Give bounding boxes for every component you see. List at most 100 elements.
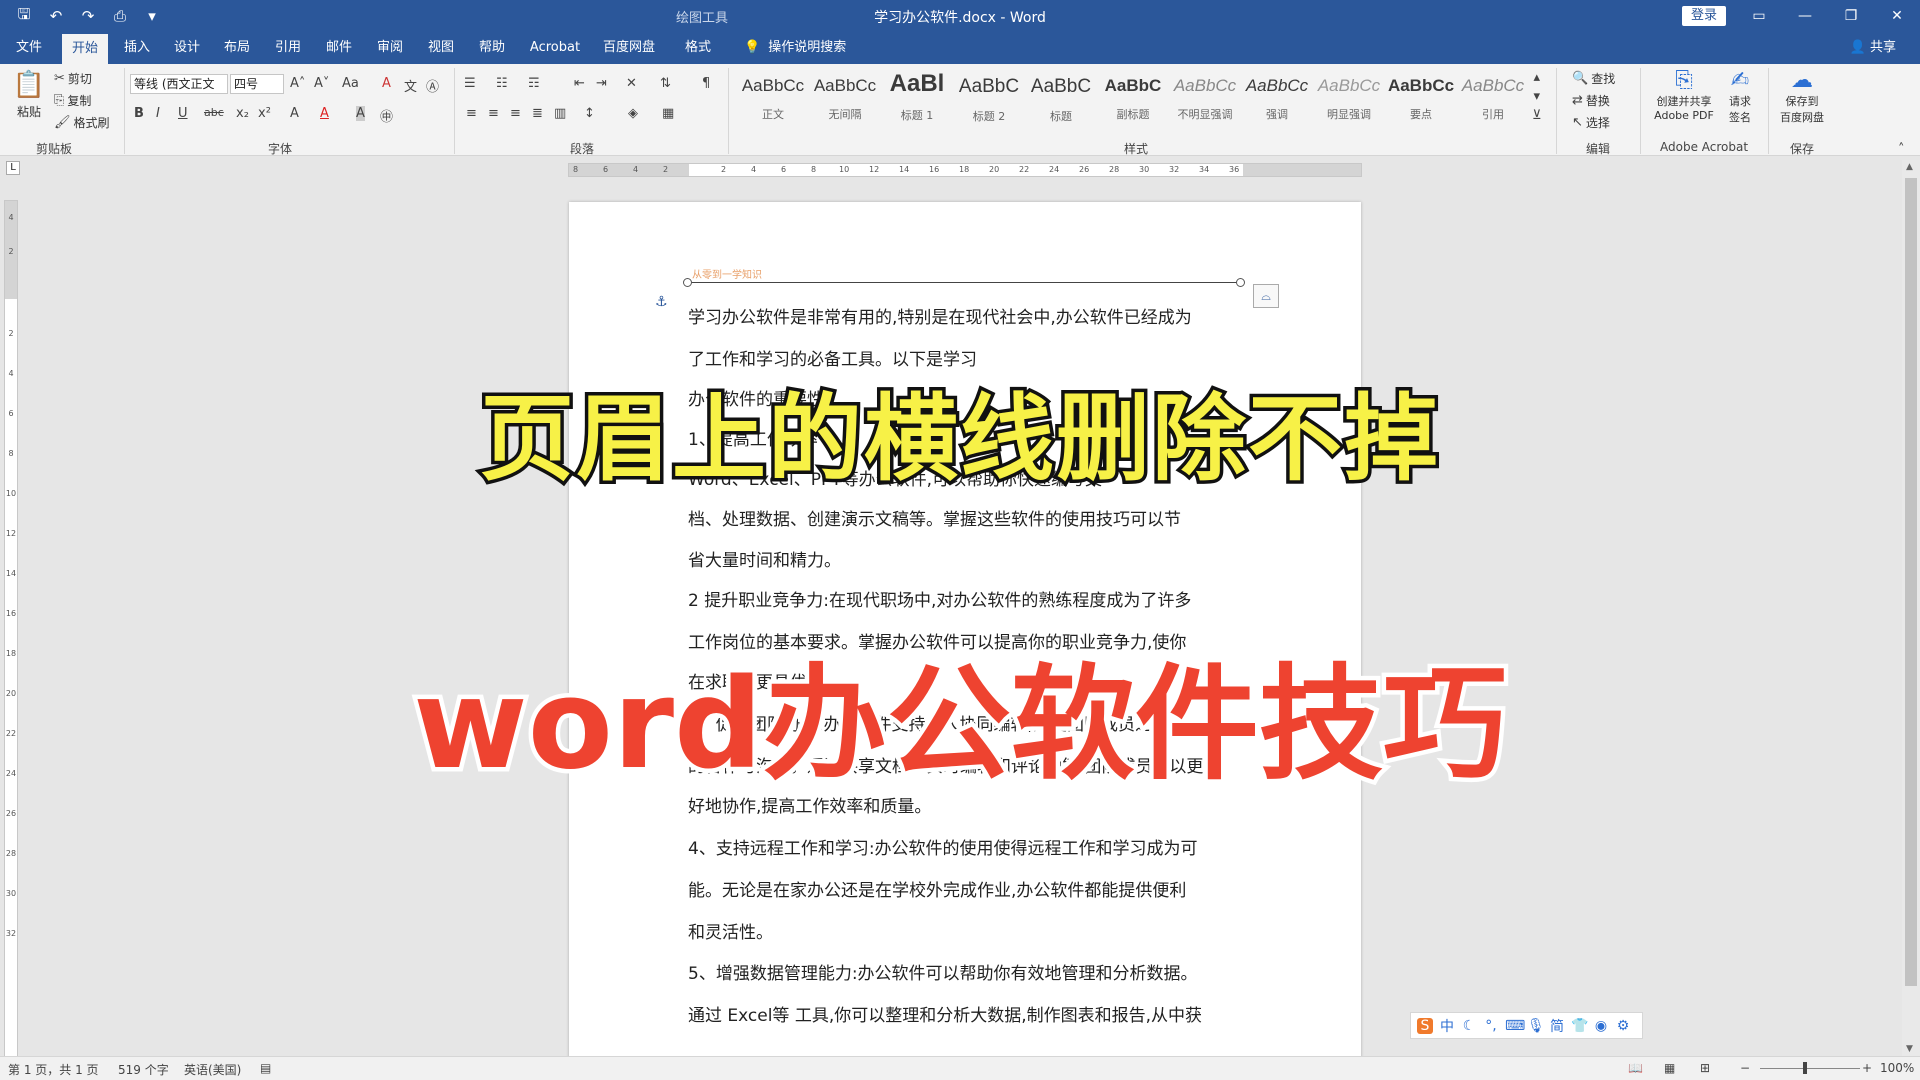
zoom-in-icon[interactable]: + — [1862, 1061, 1872, 1075]
align-right-button[interactable]: ≡ — [510, 106, 521, 121]
tab-layout[interactable]: 布局 — [214, 32, 260, 64]
zoom-slider[interactable] — [1760, 1068, 1860, 1069]
increase-indent-button[interactable]: ⇥ — [596, 76, 607, 91]
moon-icon[interactable]: ☾ — [1461, 1018, 1477, 1034]
horizontal-ruler[interactable]: 8 6 4 2 2 4 6 8 10 12 14 16 18 20 22 24 … — [568, 163, 1362, 177]
grow-font-button[interactable]: A˄ — [290, 76, 305, 91]
distributed-button[interactable]: ▥ — [554, 106, 566, 121]
tab-insert[interactable]: 插入 — [114, 32, 160, 64]
tab-references[interactable]: 引用 — [265, 32, 311, 64]
document-page[interactable]: 从零到一学知识 ⚓ ⌓ 学习办公软件是非常有用的,特别是在现代社会中,办公软件已… — [569, 202, 1361, 1060]
style-heading-1[interactable]: AaBl 标题 1 — [882, 68, 952, 136]
superscript-button[interactable]: x² — [258, 106, 271, 121]
ime-simplified-toggle[interactable]: 简 — [1549, 1016, 1565, 1036]
shrink-font-button[interactable]: A˅ — [314, 76, 329, 91]
page-header-text[interactable]: 从零到一学知识 — [692, 266, 762, 281]
style-subtitle[interactable]: AaBbC 副标题 — [1098, 68, 1168, 136]
language-indicator[interactable]: 英语(美国) — [184, 1061, 241, 1078]
web-layout-icon[interactable]: ⊞ — [1700, 1061, 1710, 1075]
save-icon[interactable]: 🖫 — [12, 5, 36, 27]
tab-baidu-netdisk[interactable]: 百度网盘 — [596, 32, 662, 64]
italic-button[interactable]: I — [156, 106, 160, 121]
login-button[interactable]: 登录 — [1682, 6, 1726, 26]
text-effects-button[interactable]: A — [290, 106, 299, 121]
tab-file[interactable]: 文件 — [6, 32, 52, 64]
style-no-spacing[interactable]: AaBbCc 无间隔 — [810, 68, 880, 136]
tab-view[interactable]: 视图 — [418, 32, 464, 64]
copy-button[interactable]: ⎘ 复制 — [54, 92, 91, 109]
create-share-pdf-button[interactable]: ⎘ 创建并共享 Adobe PDF — [1648, 68, 1720, 122]
customize-qat-icon[interactable]: ▾ — [140, 5, 164, 27]
tell-me-search[interactable]: 💡 操作说明搜索 — [744, 32, 846, 64]
align-center-button[interactable]: ≡ — [488, 106, 499, 121]
justify-button[interactable]: ≣ — [532, 106, 543, 121]
numbering-button[interactable]: ☷ — [496, 76, 508, 91]
format-painter-button[interactable]: 🖌 格式刷 — [54, 114, 110, 131]
scrollbar-thumb[interactable] — [1905, 178, 1917, 986]
share-button[interactable]: 👤 共享 — [1850, 32, 1896, 64]
style-emphasis[interactable]: AaBbCc 强调 — [1242, 68, 1312, 136]
font-size-select[interactable]: 四号 — [230, 74, 284, 94]
restore-icon[interactable]: ❐ — [1828, 0, 1874, 32]
tab-acrobat[interactable]: Acrobat — [524, 32, 586, 64]
decrease-indent-button[interactable]: ⇤ — [574, 76, 585, 91]
redo-icon[interactable]: ↷ — [76, 5, 100, 27]
bullets-button[interactable]: ☰ — [464, 76, 476, 91]
change-case-button[interactable]: Aa — [342, 76, 359, 91]
tab-format[interactable]: 格式 — [675, 32, 721, 64]
line-spacing-button[interactable]: ↕ — [584, 106, 595, 121]
ime-chinese-toggle[interactable]: 中 — [1439, 1016, 1455, 1036]
char-border-button[interactable]: Ⓐ — [426, 76, 439, 95]
undo-icon[interactable]: ↶ — [44, 5, 68, 27]
save-to-baidu-button[interactable]: ☁ 保存到 百度网盘 — [1774, 68, 1830, 125]
style-normal[interactable]: AaBbCc 正文 — [738, 68, 808, 136]
page-count[interactable]: 第 1 页，共 1 页 — [8, 1061, 99, 1078]
line-end-handle[interactable] — [1236, 278, 1245, 287]
ribbon-display-options-icon[interactable]: ▭ — [1736, 0, 1782, 32]
font-color-button[interactable]: A — [320, 106, 329, 121]
settings-icon[interactable]: ⚙ — [1615, 1018, 1631, 1034]
style-quote[interactable]: AaBbCc 引用 — [1458, 68, 1528, 136]
print-preview-icon[interactable]: ⎙ — [108, 5, 132, 27]
line-start-handle[interactable] — [683, 278, 692, 287]
collapse-ribbon-button[interactable]: ˄ — [1898, 142, 1905, 157]
shirt-icon[interactable]: 👕 — [1571, 1018, 1588, 1034]
zoom-level[interactable]: 100% — [1880, 1061, 1914, 1075]
underline-button[interactable]: U — [178, 106, 188, 121]
cut-button[interactable]: ✂ 剪切 — [54, 70, 92, 87]
strikethrough-button[interactable]: abc — [204, 106, 224, 119]
vertical-ruler[interactable]: 4 2 2 4 6 8 10 12 14 16 18 20 22 24 26 2… — [4, 200, 18, 1060]
zoom-out-icon[interactable]: − — [1740, 1061, 1750, 1075]
font-name-select[interactable]: 等线 (西文正文 — [130, 74, 228, 94]
scroll-down-icon[interactable]: ▼ — [1906, 1044, 1913, 1054]
tab-selector[interactable]: L — [6, 161, 20, 175]
styles-scroll[interactable]: ▴ ▾ ⊻ — [1532, 70, 1542, 123]
style-title[interactable]: AaBbC 标题 — [1026, 68, 1096, 136]
read-mode-icon[interactable]: 📖 — [1628, 1061, 1643, 1075]
borders-button[interactable]: ▦ — [662, 106, 674, 121]
print-layout-icon[interactable]: ▦ — [1664, 1061, 1675, 1075]
clear-format-button[interactable]: A — [382, 76, 391, 91]
layout-options-button[interactable]: ⌓ — [1253, 284, 1279, 308]
paste-button[interactable]: 📋 粘贴 — [12, 70, 46, 120]
subscript-button[interactable]: x₂ — [236, 106, 249, 121]
shading-button[interactable]: ◈ — [628, 106, 638, 121]
keyboard-icon[interactable]: ⌨ — [1505, 1018, 1525, 1034]
zoom-slider-thumb[interactable] — [1803, 1062, 1807, 1074]
show-marks-button[interactable]: ¶ — [702, 76, 710, 91]
tab-help[interactable]: 帮助 — [469, 32, 515, 64]
tab-design[interactable]: 设计 — [164, 32, 210, 64]
style-heading-2[interactable]: AaBbC 标题 2 — [954, 68, 1024, 136]
replace-button[interactable]: ⇄ 替换 — [1572, 92, 1610, 109]
multilevel-list-button[interactable]: ☶ — [528, 76, 540, 91]
sogou-logo-icon[interactable]: S — [1417, 1017, 1433, 1034]
tab-home[interactable]: 开始 — [62, 34, 108, 64]
voice-icon[interactable]: 🎙 — [1527, 1018, 1545, 1034]
sort-button[interactable]: ⇅ — [660, 76, 671, 91]
style-intense-emphasis[interactable]: AaBbCc 明显强调 — [1314, 68, 1384, 136]
skin-icon[interactable]: ◉ — [1593, 1018, 1609, 1034]
style-strong[interactable]: AaBbCc 要点 — [1386, 68, 1456, 136]
header-horizontal-line[interactable] — [688, 282, 1241, 283]
macro-record-icon[interactable]: ▤ — [260, 1061, 271, 1075]
tab-review[interactable]: 审阅 — [367, 32, 413, 64]
